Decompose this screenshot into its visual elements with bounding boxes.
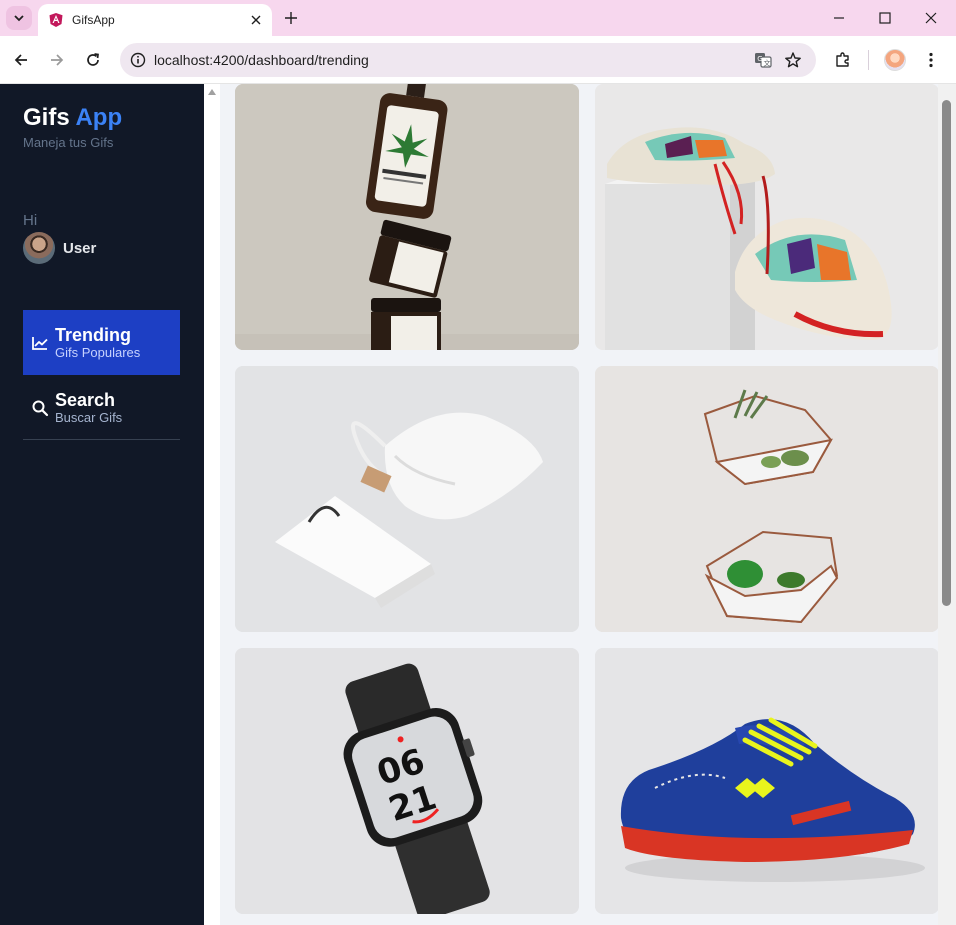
terrariums-image <box>595 366 939 632</box>
browser-menu-button[interactable] <box>918 48 944 72</box>
greeting: Hi <box>23 212 38 229</box>
gif-gallery: 06 21 <box>220 84 942 925</box>
svg-text:文: 文 <box>764 58 771 67</box>
forward-arrow-icon <box>51 54 64 66</box>
menu-title: Trending <box>55 324 131 345</box>
url-text: localhost:4200/dashboard/trending <box>154 52 369 68</box>
site-info-button[interactable] <box>122 52 154 68</box>
menu-subtitle: Gifs Populares <box>55 344 141 360</box>
address-bar[interactable]: localhost:4200/dashboard/trending G文 <box>120 43 816 77</box>
profile-avatar <box>884 49 906 71</box>
menu-title: Search <box>55 389 116 410</box>
angular-icon <box>49 13 63 27</box>
tab-close-button[interactable] <box>246 10 266 30</box>
back-button[interactable] <box>8 48 34 72</box>
main-content: 06 21 <box>204 84 956 925</box>
brand-title: Gifs App <box>23 104 122 132</box>
sneakers-image <box>595 84 939 350</box>
brand-main: Gifs <box>23 104 70 131</box>
menu-subtitle: Buscar Gifs <box>55 409 123 425</box>
profile-button[interactable] <box>882 48 908 72</box>
browser-toolbar: localhost:4200/dashboard/trending G文 <box>0 36 956 84</box>
toolbar-separator <box>868 50 869 70</box>
watch-image: 06 21 <box>235 648 579 914</box>
gif-card-bottles[interactable] <box>235 84 579 350</box>
soccer-shoe-image <box>595 648 939 914</box>
info-icon <box>130 52 146 68</box>
extensions-button[interactable] <box>830 48 856 72</box>
bookmark-button[interactable] <box>778 51 808 69</box>
reload-icon <box>87 53 99 66</box>
gif-card-terrariums[interactable] <box>595 366 939 632</box>
user-name: User <box>63 239 97 257</box>
translate-button[interactable]: G文 <box>748 51 778 69</box>
gif-card-watch[interactable]: 06 21 <box>235 648 579 914</box>
star-icon <box>785 52 801 68</box>
minimize-icon <box>834 17 844 19</box>
user-profile: User <box>23 232 96 264</box>
svg-text:G: G <box>757 55 762 63</box>
maximize-button[interactable] <box>872 6 898 30</box>
window-close-button[interactable] <box>918 6 944 30</box>
new-tab-button[interactable] <box>280 7 302 29</box>
back-arrow-icon <box>14 54 27 66</box>
left-scrollbar[interactable] <box>204 84 220 925</box>
maximize-icon <box>879 12 891 24</box>
close-icon <box>251 15 261 25</box>
sidebar: Gifs App Maneja tus Gifs Hi User Trendin… <box>0 84 204 925</box>
scroll-up-icon <box>208 89 216 95</box>
right-scrollbar-thumb[interactable] <box>942 100 951 606</box>
puzzle-icon <box>836 52 849 67</box>
tab-search-button[interactable] <box>6 6 32 30</box>
avatar <box>23 232 55 264</box>
forward-button[interactable] <box>44 48 70 72</box>
translate-icon: G文 <box>755 53 772 68</box>
plus-icon <box>285 12 297 24</box>
brand-subtitle: Maneja tus Gifs <box>23 135 114 150</box>
tab-title: GifsApp <box>72 13 115 27</box>
gif-card-sneakers[interactable] <box>595 84 939 350</box>
menu-item-search[interactable]: Search Buscar Gifs <box>23 375 180 440</box>
menu-item-trending[interactable]: Trending Gifs Populares <box>23 310 180 375</box>
search-icon <box>30 398 50 418</box>
close-icon <box>925 12 937 24</box>
bottles-image <box>235 84 579 350</box>
bag-image <box>235 366 579 632</box>
gif-card-soccer-shoe[interactable] <box>595 648 939 914</box>
minimize-button[interactable] <box>826 6 852 30</box>
menu-divider <box>23 439 180 440</box>
browser-tab[interactable]: GifsApp <box>38 4 272 36</box>
trending-icon <box>30 333 50 353</box>
gif-card-bag[interactable] <box>235 366 579 632</box>
more-vertical-icon <box>929 52 933 68</box>
chevron-down-icon <box>14 15 24 22</box>
brand-accent: App <box>75 104 123 131</box>
reload-button[interactable] <box>80 48 106 72</box>
tab-strip: GifsApp <box>0 0 956 36</box>
